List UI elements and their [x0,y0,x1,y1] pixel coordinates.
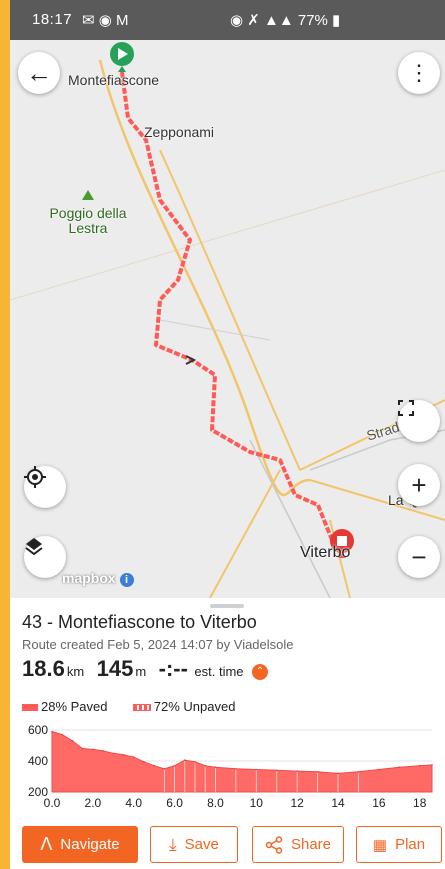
time-label: est. time [194,664,244,679]
sheet-drag-handle[interactable] [210,604,244,608]
layers-icon [25,538,43,556]
navigate-arrow-icon: Λ [40,834,53,854]
x-tick-label: 10 [250,796,264,810]
status-system-icons: ◉ ✗ ▲▲ 77% ▮ [230,12,341,29]
x-tick-label: 6.0 [166,796,183,810]
place-zepponami: Zepponami [144,124,215,140]
x-tick-label: 12 [290,796,304,810]
elevation-value: 145 [96,656,134,681]
elevation-point [431,764,433,766]
fullscreen-button[interactable] [398,400,440,442]
elevation-point [132,756,135,758]
back-button[interactable]: ← [18,52,60,94]
share-button[interactable]: Share [252,826,344,863]
paved-label: 28% Paved [41,699,108,714]
x-tick-label: 8.0 [207,796,224,810]
elevation-chart[interactable]: 6004002000.0 2.0 4.0 6.0 8.0 10 12 14 16 18 [10,718,445,818]
y-tick-label: 600 [28,723,48,737]
paved-swatch [22,704,38,712]
elevation-point [61,733,64,736]
locate-icon [24,466,46,488]
elevation-point [173,764,176,767]
elevation-point [183,759,186,762]
elevation-point [235,767,237,770]
place-poggio: Poggio della Lestra [49,205,127,236]
distance-unit: km [66,664,85,679]
unpaved-swatch [132,704,151,712]
zoom-in-button[interactable]: + [398,464,440,506]
elevation-point [337,772,339,775]
unpaved-label: 72% Unpaved [153,699,236,714]
map-plan-icon: ▦ [372,836,388,854]
elevation-point [51,730,53,733]
elevation-point [398,766,401,768]
map-canvas [10,42,445,598]
elevation-point [143,760,145,763]
save-button[interactable]: ⤓ Save [150,826,238,863]
fullscreen-icon [398,400,414,416]
x-tick-label: 0.0 [44,796,61,810]
share-label: Share [290,836,332,853]
elevation-point [153,764,155,767]
elevation-point [92,748,94,751]
status-notification-icons: ✉ ◉ M [82,12,129,29]
zoom-out-icon: − [411,541,427,572]
x-tick-label: 4.0 [125,796,142,810]
plan-button[interactable]: ▦ Plan [356,826,442,863]
elevation-point [357,771,360,773]
surface-legend: 28% Paved 72% Unpaved [22,699,235,714]
elevation-point [112,752,115,755]
elevation-point [378,768,380,771]
place-montefiascone: Montefiascone [68,72,160,88]
back-arrow-icon: ← [26,57,52,88]
x-tick-label: 16 [372,796,386,810]
plan-label: Plan [395,836,426,853]
more-options-button[interactable]: ⋮ [398,52,440,94]
navigate-button[interactable]: Λ Navigate [22,826,138,863]
elevation-point [255,768,258,771]
elevation-point [122,754,125,756]
save-label: Save [184,836,219,853]
route-title: 43 - Montefiascone to Viterbo [22,612,257,632]
elevation-point [81,747,84,750]
elevation-point [194,760,196,763]
elevation-point [418,764,421,767]
route-subtitle: Route created Feb 5, 2024 14:07 by Viade… [22,637,294,652]
elevation-point [163,767,166,770]
route-stats: 18.6 km 145 m -:-- est. time ⌃ [22,656,268,686]
elevation-point [214,766,217,768]
elevation-point [102,750,104,752]
x-tick-label: 14 [331,796,345,810]
status-time: 18:17 [32,11,73,28]
x-tick-label: 2.0 [85,796,102,810]
time-value: -:-- [158,656,188,681]
elevation-point [71,740,74,742]
elevation-area [51,730,433,793]
download-icon: ⤓ [169,834,177,854]
status-bar: 18:17 ✉ ◉ M ◉ ✗ ▲▲ 77% ▮ [10,0,445,40]
expand-chevron-icon[interactable]: ⌃ [251,663,268,680]
elevation-point [275,769,278,772]
map-view[interactable]: Montefiascone Zepponami Poggio della Les… [10,0,445,598]
y-tick-label: 400 [28,754,48,768]
share-icon [265,835,283,854]
battery-level: 77% [297,12,328,29]
zoom-out-button[interactable]: − [398,536,440,578]
place-viterbo: Viterbo [300,544,351,561]
zoom-in-icon: + [411,469,427,500]
locate-button[interactable] [24,466,66,508]
navigate-label: Navigate [60,836,120,853]
mapbox-attribution[interactable]: mapbox i [62,570,134,587]
elevation-point [204,764,207,767]
elevation-unit: m [135,664,147,679]
x-tick-label: 18 [413,796,427,810]
elevation-point [316,771,319,773]
app-frame: Montefiascone Zepponami Poggio della Les… [10,0,445,869]
info-icon[interactable]: i [119,573,134,587]
layers-button[interactable] [24,536,66,578]
distance-value: 18.6 [22,656,65,681]
mapbox-logo-text: mapbox [62,570,116,586]
more-vert-icon: ⋮ [408,60,430,85]
elevation-point [296,770,298,772]
